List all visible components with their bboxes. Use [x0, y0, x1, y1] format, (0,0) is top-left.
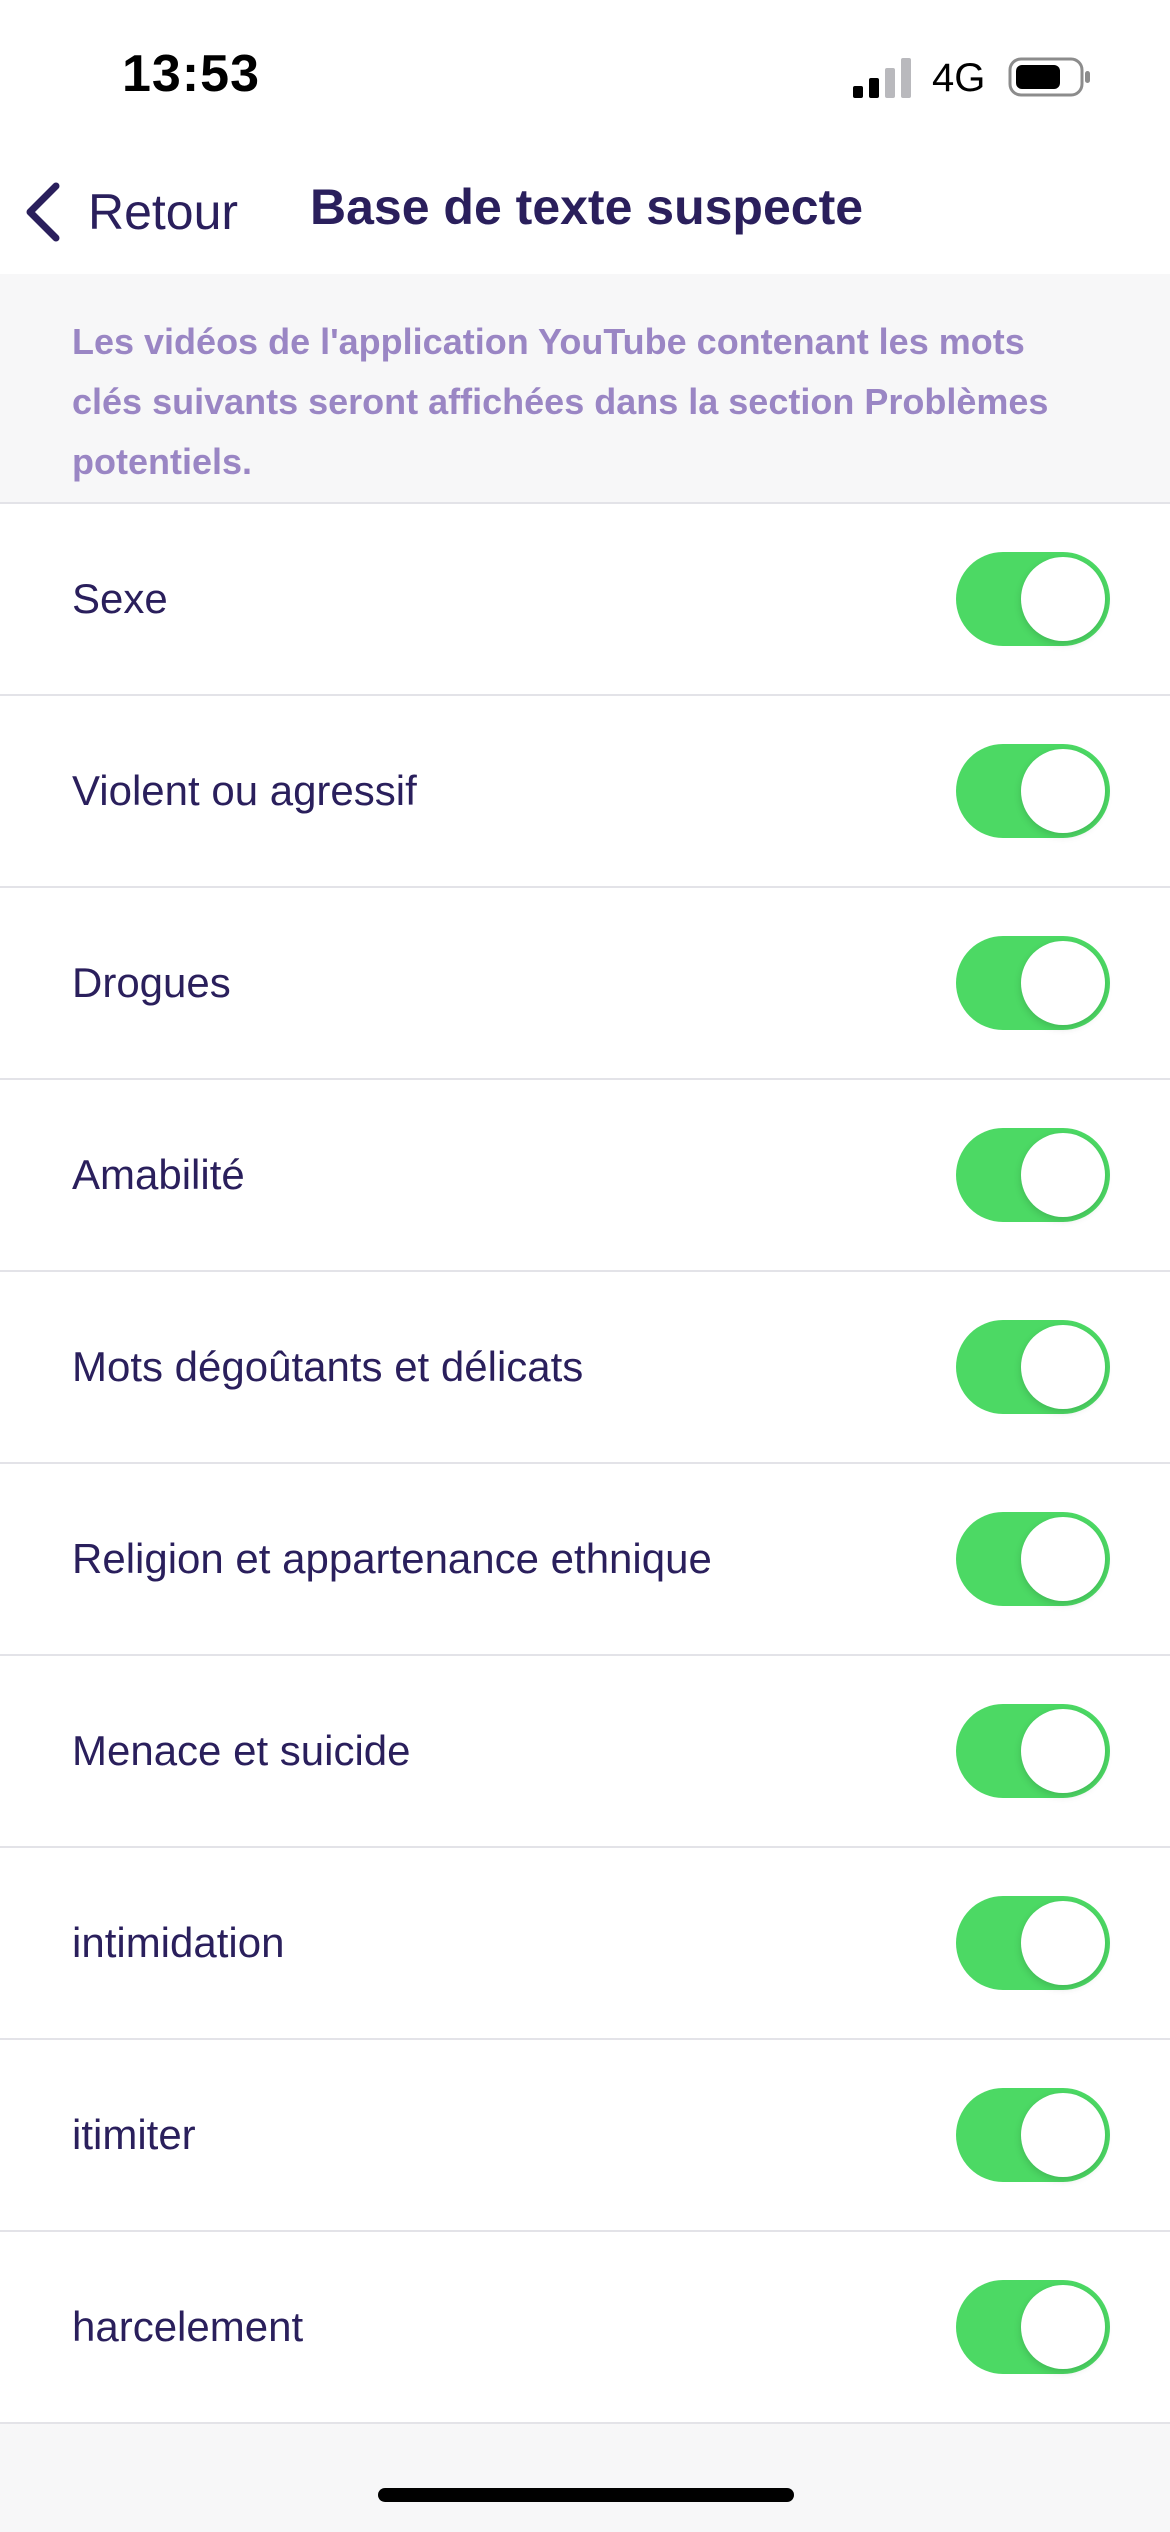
category-label: Religion et appartenance ethnique	[72, 1535, 712, 1582]
chevron-left-icon	[26, 182, 60, 242]
status-time: 13:53	[122, 45, 260, 103]
category-toggle[interactable]	[956, 2280, 1110, 2374]
category-label: Sexe	[72, 575, 168, 622]
list-item: harcelement	[0, 2232, 1170, 2424]
navigation-bar: Retour Base de texte suspecte	[0, 150, 1170, 274]
toggle-knob	[1021, 2093, 1105, 2177]
category-toggle[interactable]	[956, 1896, 1110, 1990]
category-toggle[interactable]	[956, 552, 1110, 646]
category-toggle[interactable]	[956, 1320, 1110, 1414]
category-toggle[interactable]	[956, 1128, 1110, 1222]
category-toggle[interactable]	[956, 2088, 1110, 2182]
home-indicator[interactable]	[378, 2488, 794, 2502]
status-bar: 13:53 4G	[0, 0, 1170, 150]
category-label: harcelement	[72, 2303, 304, 2350]
toggle-knob	[1021, 557, 1105, 641]
toggle-knob	[1021, 1133, 1105, 1217]
toggle-knob	[1021, 2285, 1105, 2369]
category-label: itimiter	[72, 2111, 196, 2158]
toggle-knob	[1021, 941, 1105, 1025]
category-toggle[interactable]	[956, 1704, 1110, 1798]
network-type-label: 4G	[932, 56, 986, 100]
toggle-knob	[1021, 1325, 1105, 1409]
list-item: Mots dégoûtants et délicats	[0, 1272, 1170, 1464]
battery-icon	[1008, 57, 1090, 97]
list-item: Drogues	[0, 888, 1170, 1080]
toggle-knob	[1021, 749, 1105, 833]
list-item: Religion et appartenance ethnique	[0, 1464, 1170, 1656]
page-title: Base de texte suspecte	[310, 179, 864, 235]
category-label: Mots dégoûtants et délicats	[72, 1343, 584, 1390]
toggle-knob	[1021, 1517, 1105, 1601]
category-toggle[interactable]	[956, 936, 1110, 1030]
category-label: intimidation	[72, 1919, 285, 1966]
list-item: Violent ou agressif	[0, 696, 1170, 888]
category-label: Menace et suicide	[72, 1727, 411, 1774]
list-item: Sexe	[0, 504, 1170, 696]
back-button[interactable]: Retour	[22, 172, 238, 252]
category-toggle[interactable]	[956, 1512, 1110, 1606]
keyword-category-list: Sexe Violent ou agressif Drogues Amabili…	[0, 504, 1170, 2424]
list-item: Amabilité	[0, 1080, 1170, 1272]
info-section: Les vidéos de l'application YouTube cont…	[0, 274, 1170, 504]
list-item: itimiter	[0, 2040, 1170, 2232]
cellular-signal-icon	[853, 58, 911, 98]
back-label: Retour	[88, 184, 239, 240]
list-item: intimidation	[0, 1848, 1170, 2040]
category-label: Drogues	[72, 959, 231, 1006]
list-item: Menace et suicide	[0, 1656, 1170, 1848]
category-label: Amabilité	[72, 1151, 245, 1198]
toggle-knob	[1021, 1901, 1105, 1985]
info-description: Les vidéos de l'application YouTube cont…	[72, 321, 1049, 482]
toggle-knob	[1021, 1709, 1105, 1793]
category-toggle[interactable]	[956, 744, 1110, 838]
category-label: Violent ou agressif	[72, 767, 417, 814]
